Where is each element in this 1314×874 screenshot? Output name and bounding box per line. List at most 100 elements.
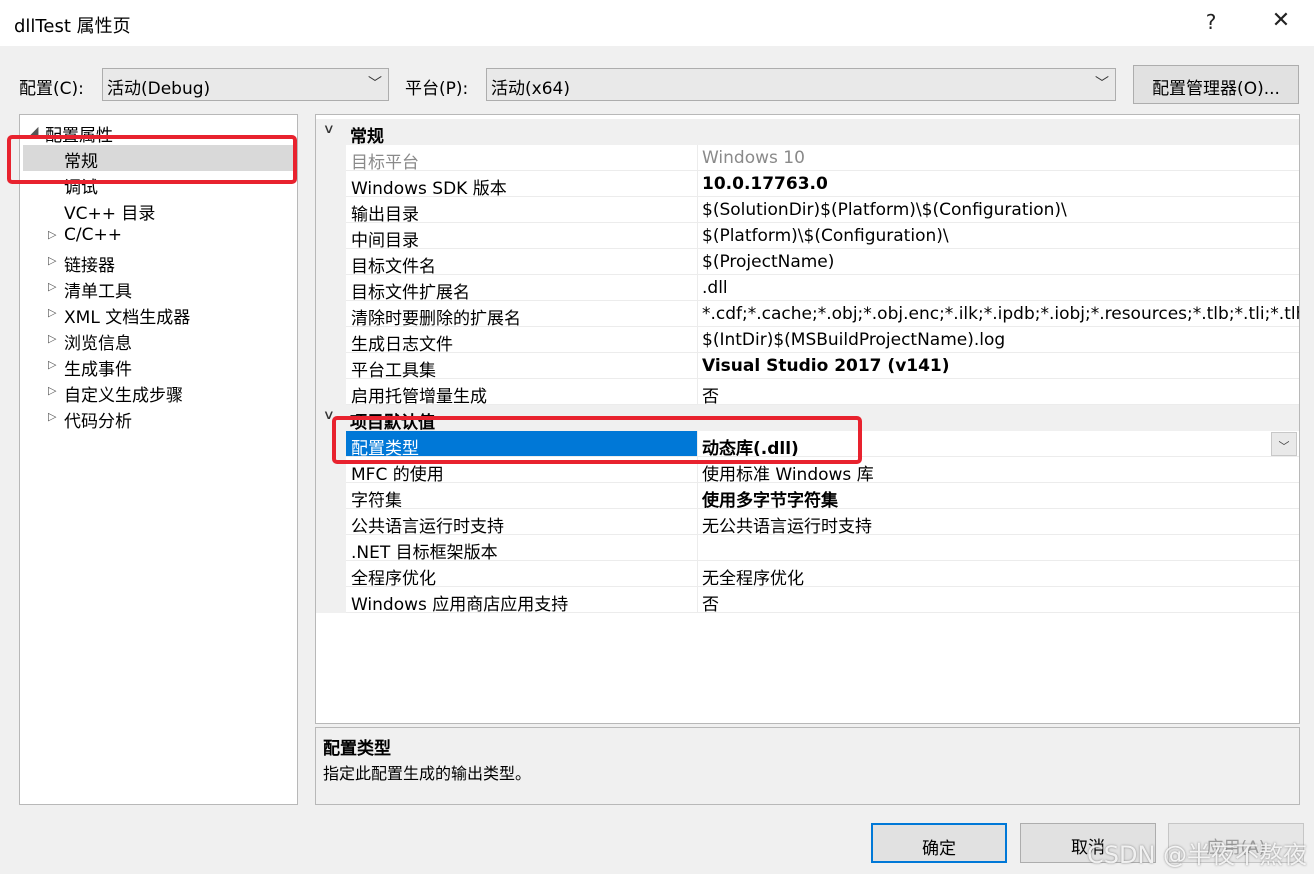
property-name[interactable]: 目标平台: [346, 145, 698, 171]
category-header[interactable]: ∨ 常规: [316, 119, 1299, 147]
row-gutter: [316, 223, 346, 249]
property-value[interactable]: 否: [698, 587, 1299, 613]
tree-item[interactable]: ▷ C/C++: [20, 223, 297, 249]
property-value[interactable]: Visual Studio 2017 (v141): [698, 353, 1299, 379]
property-value[interactable]: 无公共语言运行时支持: [698, 509, 1299, 535]
property-name[interactable]: Windows SDK 版本: [346, 171, 698, 197]
property-value[interactable]: 10.0.17763.0: [698, 171, 1299, 197]
row-gutter: [316, 301, 346, 327]
expand-triangle-icon[interactable]: ▷: [48, 332, 56, 345]
tree-item-label: 自定义生成步骤: [64, 386, 183, 406]
property-row[interactable]: Windows 应用商店应用支持否: [316, 587, 1299, 613]
collapse-chevron-icon[interactable]: ∨: [323, 122, 335, 137]
property-value[interactable]: *.cdf;*.cache;*.obj;*.obj.enc;*.ilk;*.ip…: [698, 301, 1299, 327]
row-gutter: [316, 535, 346, 561]
expand-triangle-icon[interactable]: ▷: [48, 254, 56, 267]
tree-item[interactable]: ▷ 代码分析: [20, 405, 297, 432]
tree-item[interactable]: ▷ 自定义生成步骤: [20, 379, 297, 406]
property-name[interactable]: 清除时要删除的扩展名: [346, 301, 698, 327]
property-value[interactable]: $(ProjectName): [698, 249, 1299, 275]
row-gutter: [316, 249, 346, 275]
row-gutter: [316, 275, 346, 301]
tree-item-label: VC++ 目录: [64, 204, 156, 224]
property-value[interactable]: [698, 535, 1299, 561]
property-name[interactable]: 字符集: [346, 483, 698, 509]
property-name[interactable]: 目标文件名: [346, 249, 698, 275]
property-value[interactable]: 使用多字节字符集: [698, 483, 1299, 509]
property-name[interactable]: 平台工具集: [346, 353, 698, 379]
property-row[interactable]: 生成日志文件 $(IntDir)$(MSBuildProjectName).log: [316, 327, 1299, 353]
row-gutter: [316, 587, 346, 613]
property-name[interactable]: 公共语言运行时支持: [346, 509, 698, 535]
tree-item-label: 代码分析: [64, 412, 132, 432]
tree-item[interactable]: ▷ 浏览信息: [20, 327, 297, 354]
property-name[interactable]: 目标文件扩展名: [346, 275, 698, 301]
property-name[interactable]: 启用托管增量生成: [346, 379, 698, 405]
expand-triangle-icon[interactable]: ▷: [48, 358, 56, 371]
row-gutter: [316, 327, 346, 353]
help-button[interactable]: ?: [1196, 10, 1226, 34]
configuration-manager-button[interactable]: 配置管理器(O)...: [1133, 65, 1299, 104]
property-name[interactable]: 中间目录: [346, 223, 698, 249]
platform-label: 平台(P):: [405, 79, 469, 99]
property-value[interactable]: Windows 10: [698, 145, 1299, 171]
config-value: 活动(Debug): [107, 79, 211, 99]
tree-item-label: C/C++: [64, 225, 122, 245]
annotation-highlight-box: [7, 135, 297, 184]
close-button[interactable]: ✕: [1266, 8, 1296, 33]
property-name[interactable]: 输出目录: [346, 197, 698, 223]
property-name[interactable]: 生成日志文件: [346, 327, 698, 353]
tree-item[interactable]: VC++ 目录: [20, 197, 297, 224]
property-row[interactable]: 字符集 使用多字节字符集: [316, 483, 1299, 509]
tree-item[interactable]: ▷ 链接器: [20, 249, 297, 276]
property-row[interactable]: .NET 目标框架版本: [316, 535, 1299, 561]
value-dropdown-button[interactable]: ﹀: [1271, 432, 1297, 456]
property-value[interactable]: $(IntDir)$(MSBuildProjectName).log: [698, 327, 1299, 353]
property-row[interactable]: 目标平台 Windows 10: [316, 145, 1299, 171]
row-gutter: [316, 379, 346, 405]
row-gutter: [316, 509, 346, 535]
description-title: 配置类型: [323, 739, 391, 759]
expand-triangle-icon[interactable]: ▷: [48, 306, 56, 319]
tree-item[interactable]: ▷ XML 文档生成器: [20, 301, 297, 328]
property-row[interactable]: 公共语言运行时支持 无公共语言运行时支持: [316, 509, 1299, 535]
property-row[interactable]: 中间目录 $(Platform)\$(Configuration)\: [316, 223, 1299, 249]
config-dropdown[interactable]: 活动(Debug) ﹀: [102, 68, 389, 101]
property-name[interactable]: Windows 应用商店应用支持: [346, 587, 698, 613]
property-row[interactable]: 目标文件名 $(ProjectName): [316, 249, 1299, 275]
expand-triangle-icon[interactable]: ▷: [48, 384, 56, 397]
expand-triangle-icon[interactable]: ▷: [48, 280, 56, 293]
property-name[interactable]: .NET 目标框架版本: [346, 535, 698, 561]
platform-value: 活动(x64): [491, 79, 570, 99]
ok-button[interactable]: 确定: [871, 823, 1007, 863]
property-row[interactable]: 清除时要删除的扩展名 *.cdf;*.cache;*.obj;*.obj.enc;…: [316, 301, 1299, 327]
property-row[interactable]: 启用托管增量生成否: [316, 379, 1299, 405]
tree-item[interactable]: ▷ 生成事件: [20, 353, 297, 380]
row-gutter: [316, 353, 346, 379]
expand-triangle-icon[interactable]: ▷: [48, 228, 56, 241]
tree-item-label: XML 文档生成器: [64, 308, 191, 328]
annotation-highlight-box: [332, 416, 862, 464]
property-row[interactable]: 输出目录 $(SolutionDir)$(Platform)\$(Configur…: [316, 197, 1299, 223]
description-panel: 配置类型 指定此配置生成的输出类型。: [315, 727, 1300, 805]
property-name[interactable]: 全程序优化: [346, 561, 698, 587]
property-row[interactable]: 全程序优化 无全程序优化: [316, 561, 1299, 587]
description-text: 指定此配置生成的输出类型。: [323, 764, 532, 783]
tree-item[interactable]: ▷ 清单工具: [20, 275, 297, 302]
window-title: dllTest 属性页: [14, 16, 131, 37]
property-value[interactable]: $(Platform)\$(Configuration)\: [698, 223, 1299, 249]
property-value[interactable]: 否: [698, 379, 1299, 405]
property-value[interactable]: .dll: [698, 275, 1299, 301]
property-row[interactable]: 目标文件扩展名 .dll: [316, 275, 1299, 301]
tree-item-label: 浏览信息: [64, 334, 132, 354]
property-row[interactable]: Windows SDK 版本 10.0.17763.0: [316, 171, 1299, 197]
row-gutter: [316, 561, 346, 587]
property-tree: ◢ 配置属性 常规 调试 VC++ 目录 ▷ C/C++ ▷ 链接器 ▷ 清单工具 ▷ XML 文档…: [19, 114, 298, 805]
property-value[interactable]: 无全程序优化: [698, 561, 1299, 587]
property-value[interactable]: $(SolutionDir)$(Platform)\$(Configuratio…: [698, 197, 1299, 223]
property-row[interactable]: 平台工具集 Visual Studio 2017 (v141): [316, 353, 1299, 379]
tree-item-label: 链接器: [64, 256, 115, 276]
expand-triangle-icon[interactable]: ▷: [48, 410, 56, 423]
platform-dropdown[interactable]: 活动(x64) ﹀: [486, 68, 1116, 101]
title-bar: dllTest 属性页 ? ✕: [0, 0, 1314, 46]
